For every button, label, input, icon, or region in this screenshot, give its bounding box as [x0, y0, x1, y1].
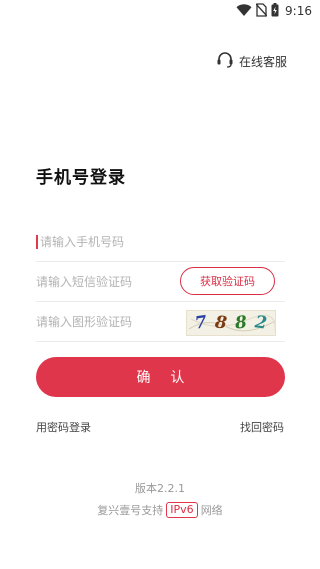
captcha-char: 8	[214, 312, 229, 334]
captcha-char: 2	[253, 312, 269, 334]
status-icons: 9:16	[236, 2, 312, 21]
network-suffix: 网络	[200, 504, 223, 517]
recover-password-link[interactable]: 找回密码	[240, 419, 284, 435]
confirm-button[interactable]: 确 认	[36, 357, 285, 397]
password-login-link[interactable]: 用密码登录	[36, 419, 91, 435]
ipv6-badge: IPv6	[166, 502, 198, 518]
captcha-char: 8	[234, 312, 248, 334]
get-sms-code-button[interactable]: 获取验证码	[180, 267, 275, 295]
captcha-text: 7 8 8 2	[187, 311, 275, 335]
battery-charging-icon	[271, 2, 279, 21]
phone-field-row	[36, 222, 285, 262]
status-bar: 9:16	[0, 0, 320, 22]
status-time: 9:16	[285, 4, 312, 18]
headset-icon	[216, 51, 234, 72]
customer-service-label: 在线客服	[238, 55, 287, 69]
sms-field-row: 获取验证码	[36, 262, 285, 302]
network-support-text: 复兴壹号支持 IPv6 网络	[0, 502, 320, 518]
captcha-char: 7	[193, 312, 209, 334]
no-sim-icon	[255, 2, 268, 21]
wifi-icon	[236, 2, 252, 21]
page-title: 手机号登录	[36, 168, 126, 188]
captcha-image[interactable]: 7 8 8 2	[186, 310, 276, 336]
customer-service-button[interactable]: 在线客服	[216, 51, 287, 72]
captcha-field-row: 7 8 8 2	[36, 302, 285, 342]
network-prefix: 复兴壹号支持	[97, 504, 164, 517]
phone-input[interactable]	[40, 222, 285, 261]
version-text: 版本2.2.1	[135, 482, 185, 495]
text-cursor	[36, 234, 38, 249]
